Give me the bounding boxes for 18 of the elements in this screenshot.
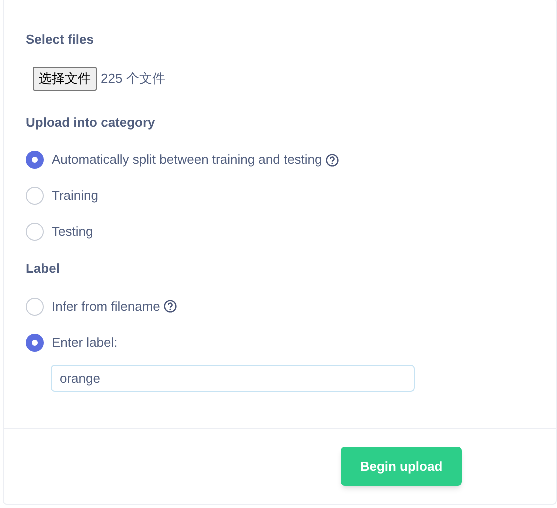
radio-button[interactable] xyxy=(26,298,44,316)
radio-button[interactable] xyxy=(26,334,44,352)
radio-button[interactable] xyxy=(26,151,44,169)
help-icon[interactable] xyxy=(326,154,340,166)
option-label: Infer from filename xyxy=(52,298,160,316)
radio-button[interactable] xyxy=(26,223,44,241)
section-heading: Select files xyxy=(26,31,95,49)
option-label: Training xyxy=(52,187,98,206)
section-heading: Upload into category xyxy=(26,114,156,132)
option-label: Testing xyxy=(52,223,94,242)
radio-button[interactable] xyxy=(26,187,44,205)
option-label: Enter label: xyxy=(52,334,118,352)
label-input[interactable]: orange xyxy=(51,364,415,392)
section-heading: Label xyxy=(26,260,61,278)
file-count: 225 个文件 xyxy=(101,70,166,88)
help-icon[interactable] xyxy=(164,300,178,313)
choose-file-button[interactable]: 选择文件 xyxy=(33,66,97,90)
option-label: Automatically split between training and testing xyxy=(52,151,322,170)
